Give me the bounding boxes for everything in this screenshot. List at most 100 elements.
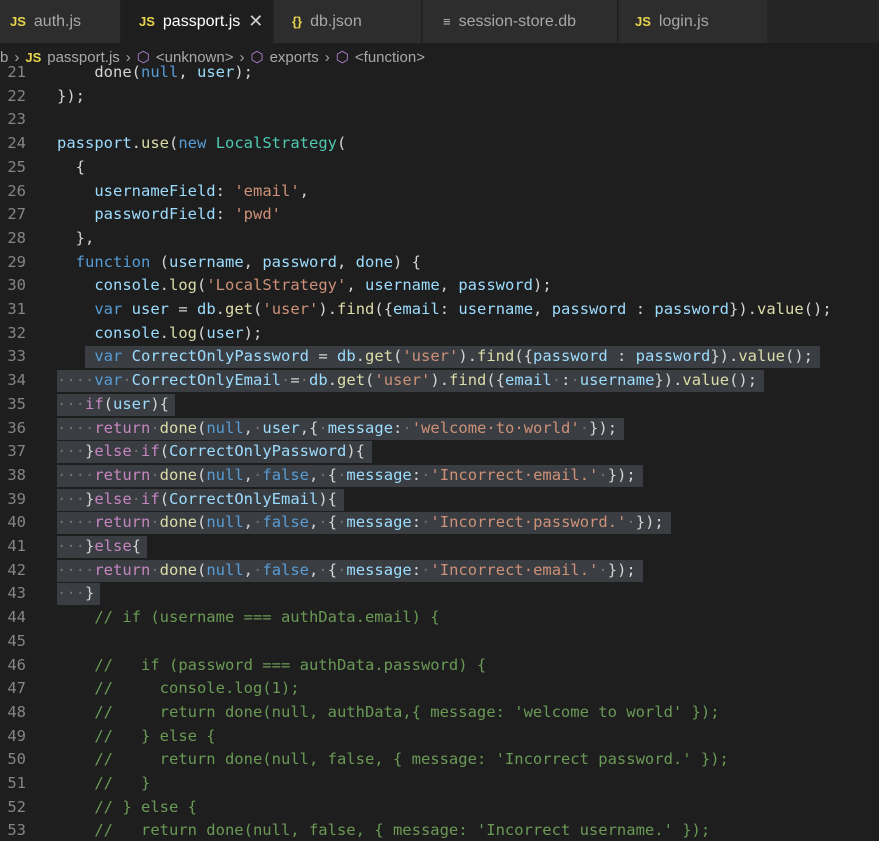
- code-token: .: [215, 300, 226, 318]
- code-token: 'user': [262, 300, 319, 318]
- code-token: // if (username === authData.email) {: [57, 608, 440, 627]
- code-line[interactable]: 25 {: [0, 156, 879, 180]
- line-number: 21: [7, 63, 26, 81]
- code-line[interactable]: 37 ···}else·if(CorrectOnlyPassword){: [0, 440, 879, 464]
- code-line[interactable]: 22});: [0, 85, 879, 109]
- code-line[interactable]: 36 ····return·done(null,·user,{·message:·…: [0, 417, 879, 441]
- code-line[interactable]: 53 // return done(null, false, { message…: [0, 819, 879, 841]
- code-line[interactable]: 21 done(null, user);: [0, 61, 879, 85]
- tab-login-js[interactable]: JS login.js: [619, 0, 767, 43]
- close-icon[interactable]: ✕: [248, 11, 263, 32]
- code-line[interactable]: 47 // console.log(1);: [0, 677, 879, 701]
- tab-passport-js[interactable]: JS passport.js ✕: [122, 0, 273, 43]
- code-text: ····return·done(null,·false,·{·message:·…: [57, 559, 636, 583]
- code-token: ,: [178, 63, 197, 81]
- line-number: 52: [7, 797, 26, 816]
- code-line[interactable]: 24 passport.use(new LocalStrategy(: [0, 132, 879, 156]
- code-line[interactable]: 42 ····return·done(null,·false,·{·message…: [0, 559, 879, 583]
- code-token: passport: [57, 134, 132, 153]
- code-token: ·: [598, 465, 608, 484]
- code-token: ·: [337, 513, 347, 532]
- code-token: }: [85, 584, 95, 603]
- code-token: var: [94, 371, 123, 390]
- code-line[interactable]: 33 var CorrectOnlyPassword = db.get('use…: [0, 345, 879, 369]
- code-line[interactable]: 51 // }: [0, 772, 879, 796]
- code-editor[interactable]: 21 done(null, user); 22}); 23 24 passport.us…: [0, 61, 879, 841]
- code-token: return: [94, 513, 151, 532]
- code-line[interactable]: 50 // return done(null, false, { message…: [0, 748, 879, 772]
- code-token: password: [458, 276, 533, 295]
- code-text: // console.log(1);: [57, 677, 299, 701]
- code-token: (: [197, 276, 207, 295]
- code-line[interactable]: 39 ···}else·if(CorrectOnlyEmail){: [0, 488, 879, 512]
- code-token: message: [346, 560, 412, 579]
- tab-db-json[interactable]: {} db.json: [274, 0, 422, 43]
- code-text: {: [57, 156, 85, 180]
- tab-session-store-db[interactable]: ≡ session-store.db: [423, 0, 618, 43]
- code-token: null: [206, 465, 244, 484]
- code-text: var user = db.get('user').find({email: u…: [57, 298, 831, 322]
- line-number: 51: [7, 774, 26, 792]
- code-token: ({: [486, 371, 506, 390]
- code-token: ·: [253, 560, 263, 579]
- code-line[interactable]: 30 console.log('LocalStrategy', username…: [0, 274, 879, 298]
- code-line[interactable]: 32 console.log(user);: [0, 322, 879, 346]
- tab-label: login.js: [658, 12, 709, 30]
- line-number: 37: [7, 442, 26, 461]
- code-token: ·: [253, 418, 263, 437]
- code-token: ···: [57, 537, 85, 555]
- code-token: }: [85, 489, 95, 508]
- code-token: ,: [243, 252, 263, 271]
- code-token: use: [141, 134, 169, 153]
- code-line[interactable]: 34 ····var·CorrectOnlyEmail·=·db.get('use…: [0, 369, 879, 393]
- code-line[interactable]: 48 // return done(null, authData,{ messa…: [0, 701, 879, 725]
- code-token: null: [206, 513, 244, 532]
- code-token: ,: [309, 513, 319, 532]
- code-text: });: [57, 85, 85, 109]
- code-token: ·: [131, 442, 142, 461]
- code-token: =: [169, 300, 197, 318]
- code-text: // if (password === authData.password) {: [57, 654, 486, 678]
- code-line[interactable]: 27 passwordField: 'pwd': [0, 203, 879, 227]
- code-text: ···if(user){: [57, 393, 169, 417]
- code-token: ).: [318, 300, 338, 318]
- code-line[interactable]: 23: [0, 108, 879, 132]
- code-token: :: [626, 300, 655, 318]
- code-line[interactable]: 41 ···}else{: [0, 535, 879, 559]
- code-token: if: [141, 442, 160, 461]
- code-token: 'Incorrect·email.': [430, 465, 599, 484]
- code-token: done: [159, 560, 197, 579]
- code-line[interactable]: 45: [0, 630, 879, 654]
- code-line[interactable]: 43 ···}: [0, 582, 879, 606]
- code-line[interactable]: 52 // } else {: [0, 796, 879, 820]
- code-line[interactable]: 40 ····return·done(null,·false,·{·message…: [0, 511, 879, 535]
- code-token: ();: [785, 347, 813, 366]
- code-text: console.log(user);: [57, 322, 262, 346]
- code-line[interactable]: 38 ····return·done(null,·false,·{·message…: [0, 464, 879, 488]
- code-line[interactable]: 35 ···if(user){: [0, 393, 879, 417]
- code-text: passport.use(new LocalStrategy(: [57, 132, 346, 156]
- code-line[interactable]: 44 // if (username === authData.email) {: [0, 606, 879, 630]
- code-token: ·: [318, 513, 328, 532]
- code-token: password: [635, 347, 711, 366]
- code-line[interactable]: 29 function (username, password, done) {: [0, 251, 879, 275]
- code-token: =: [290, 371, 300, 390]
- tab-auth-js[interactable]: JS auth.js: [0, 0, 121, 43]
- code-token: (: [197, 465, 207, 484]
- code-token: 'welcome·to·world': [411, 418, 580, 437]
- code-token: }: [85, 537, 95, 555]
- code-line[interactable]: 26 usernameField: 'email',: [0, 180, 879, 204]
- line-number: 47: [7, 679, 26, 698]
- code-token: 'email': [234, 181, 300, 200]
- code-token: ,: [243, 560, 254, 579]
- tab-label: db.json: [310, 12, 362, 30]
- code-line[interactable]: 31 var user = db.get('user').find({email…: [0, 298, 879, 322]
- code-line[interactable]: 28 },: [0, 227, 879, 251]
- code-token: (: [159, 489, 170, 508]
- code-text: // return done(null, false, { message: '…: [57, 748, 729, 772]
- code-line[interactable]: 46 // if (password === authData.password…: [0, 654, 879, 678]
- code-token: (: [159, 442, 170, 461]
- code-line[interactable]: 49 // } else {: [0, 725, 879, 749]
- line-number: 26: [7, 181, 26, 200]
- code-token: ·: [337, 465, 347, 484]
